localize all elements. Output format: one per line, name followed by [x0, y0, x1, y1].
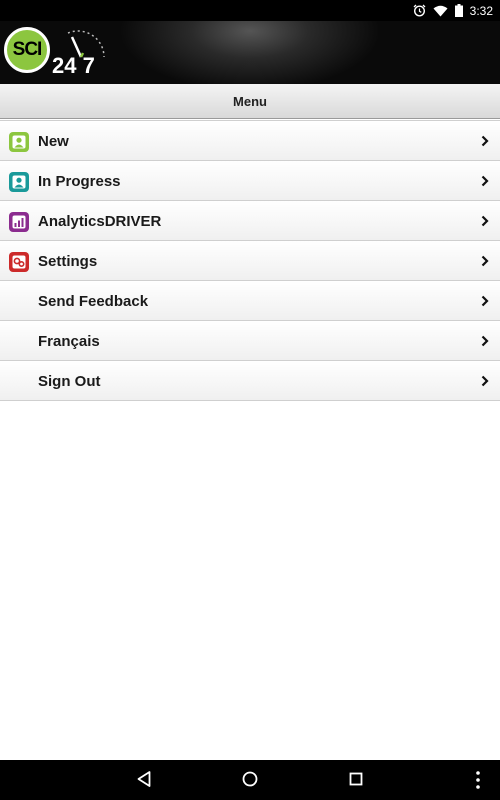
menu-item-label: New [38, 133, 69, 150]
menu-item-label: Send Feedback [38, 293, 149, 310]
logo-247: 24 7 [52, 53, 95, 78]
status-bar: 3:32 [0, 0, 500, 21]
sci-247-logo: SCI 24 7 [2, 23, 112, 81]
menu-item-label: Français [38, 333, 100, 350]
app-header: SCI 24 7 [0, 21, 500, 84]
in-progress-person-icon [9, 172, 29, 192]
menu-item-francais[interactable]: Français [0, 321, 500, 361]
settings-icon [9, 252, 29, 272]
battery-icon [454, 4, 463, 17]
status-time: 3:32 [469, 3, 493, 18]
menu-item-sign-out[interactable]: Sign Out [0, 361, 500, 401]
analytics-icon [9, 212, 29, 232]
page-title: Menu [233, 93, 267, 109]
chevron-right-icon [481, 295, 489, 307]
chevron-right-icon [481, 175, 489, 187]
alarm-icon [413, 4, 426, 17]
logo-sci: SCI [4, 27, 50, 73]
chevron-right-icon [481, 255, 489, 267]
menu-item-settings[interactable]: Settings [0, 241, 500, 281]
back-icon[interactable] [136, 770, 152, 788]
chevron-right-icon [481, 375, 489, 387]
chevron-right-icon [481, 135, 489, 147]
menu-item-new[interactable]: New [0, 121, 500, 161]
menu-item-label: AnalyticsDRIVER [38, 213, 162, 230]
menu-title-bar: Menu [0, 84, 500, 119]
menu-item-label: Settings [38, 253, 98, 270]
new-person-icon [9, 132, 29, 152]
recents-icon[interactable] [348, 770, 364, 788]
chevron-right-icon [481, 215, 489, 227]
menu-list: New In Progress AnalyticsDRIVER Settings… [0, 120, 500, 401]
menu-item-label: Sign Out [38, 373, 101, 390]
wifi-icon [433, 5, 448, 17]
menu-item-send-feedback[interactable]: Send Feedback [0, 281, 500, 321]
home-icon[interactable] [241, 770, 259, 788]
menu-item-in-progress[interactable]: In Progress [0, 161, 500, 201]
menu-item-label: In Progress [38, 173, 121, 190]
overflow-menu-icon[interactable] [474, 770, 482, 790]
menu-item-analyticsdriver[interactable]: AnalyticsDRIVER [0, 201, 500, 241]
system-nav-bar [0, 760, 500, 800]
chevron-right-icon [481, 335, 489, 347]
